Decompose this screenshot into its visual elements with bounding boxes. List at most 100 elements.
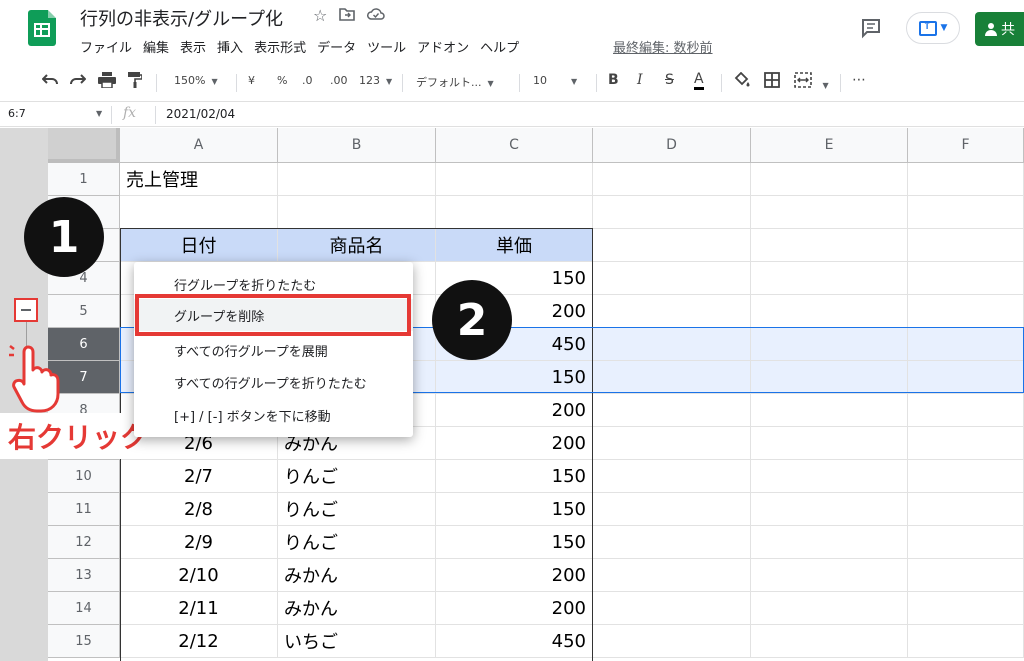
table-cell[interactable]: 200: [436, 559, 593, 592]
table-cell[interactable]: [751, 460, 908, 493]
menu-file[interactable]: ファイル: [80, 37, 132, 56]
chevron-down-icon[interactable]: ▼: [96, 109, 102, 118]
menu-insert[interactable]: 挿入: [217, 37, 243, 56]
text-color-button[interactable]: A: [694, 72, 704, 90]
table-cell[interactable]: [751, 361, 908, 394]
table-cell[interactable]: [751, 328, 908, 361]
strikethrough-button[interactable]: S: [665, 72, 674, 88]
cloud-status-icon[interactable]: [367, 6, 386, 25]
table-cell[interactable]: [908, 460, 1024, 493]
table-cell[interactable]: [751, 526, 908, 559]
percent-button[interactable]: %: [277, 74, 287, 87]
row-header[interactable]: 12: [48, 526, 120, 559]
table-cell[interactable]: 150: [436, 526, 593, 559]
currency-button[interactable]: ¥: [248, 74, 255, 87]
table-cell[interactable]: りんご: [278, 460, 436, 493]
table-cell[interactable]: [908, 163, 1024, 196]
table-cell[interactable]: [908, 295, 1024, 328]
table-cell[interactable]: 150: [436, 361, 593, 394]
table-cell[interactable]: [593, 361, 751, 394]
formula-input[interactable]: 2021/02/04: [166, 107, 235, 121]
menu-view[interactable]: 表示: [180, 37, 206, 56]
row-header[interactable]: 10: [48, 460, 120, 493]
row-header[interactable]: 1: [48, 163, 120, 196]
table-cell[interactable]: [593, 295, 751, 328]
row-header[interactable]: 15: [48, 625, 120, 658]
merge-cells-icon[interactable]: ▼: [794, 72, 829, 92]
menu-tools[interactable]: ツール: [367, 37, 406, 56]
table-cell[interactable]: [593, 559, 751, 592]
table-cell[interactable]: [436, 163, 593, 196]
name-box[interactable]: 6:7: [8, 107, 26, 120]
select-all-corner[interactable]: [48, 128, 120, 163]
undo-icon[interactable]: [41, 72, 58, 90]
table-cell[interactable]: [751, 559, 908, 592]
table-cell[interactable]: 450: [436, 625, 593, 658]
table-cell[interactable]: 2/9: [120, 526, 278, 559]
borders-icon[interactable]: [764, 72, 780, 92]
table-cell[interactable]: [751, 229, 908, 262]
table-cell[interactable]: 2/8: [120, 493, 278, 526]
column-header-b[interactable]: B: [278, 128, 436, 163]
menu-help[interactable]: ヘルプ: [480, 37, 519, 56]
table-cell[interactable]: 200: [436, 592, 593, 625]
table-cell[interactable]: [908, 361, 1024, 394]
last-edit-link[interactable]: 最終編集: 数秒前: [613, 37, 713, 56]
menu-format[interactable]: 表示形式: [254, 37, 306, 56]
table-cell[interactable]: いちご: [278, 625, 436, 658]
table-cell[interactable]: [593, 460, 751, 493]
menu-item-collapse-all-row-groups[interactable]: すべての行グループを折りたたむ: [134, 366, 413, 398]
column-header-e[interactable]: E: [751, 128, 908, 163]
row-header[interactable]: 5: [48, 295, 120, 328]
table-cell[interactable]: [278, 196, 436, 229]
table-cell[interactable]: りんご: [278, 526, 436, 559]
table-cell[interactable]: [593, 394, 751, 427]
table-cell[interactable]: 売上管理: [120, 163, 278, 196]
table-cell[interactable]: [593, 163, 751, 196]
move-folder-icon[interactable]: [339, 6, 356, 25]
table-cell[interactable]: [751, 592, 908, 625]
table-cell[interactable]: [908, 394, 1024, 427]
table-cell[interactable]: [593, 196, 751, 229]
table-cell[interactable]: [593, 262, 751, 295]
table-cell[interactable]: [593, 625, 751, 658]
table-cell[interactable]: [278, 163, 436, 196]
table-cell[interactable]: [593, 493, 751, 526]
column-header-d[interactable]: D: [593, 128, 751, 163]
font-size-select[interactable]: 10 ▼: [533, 74, 577, 87]
table-cell[interactable]: [751, 625, 908, 658]
table-cell[interactable]: [908, 196, 1024, 229]
table-cell[interactable]: [908, 493, 1024, 526]
table-cell[interactable]: [751, 295, 908, 328]
table-cell[interactable]: [751, 394, 908, 427]
table-cell[interactable]: [908, 262, 1024, 295]
table-cell[interactable]: 2/12: [120, 625, 278, 658]
table-cell[interactable]: [593, 328, 751, 361]
table-cell[interactable]: [751, 493, 908, 526]
table-cell[interactable]: 200: [436, 394, 593, 427]
table-cell[interactable]: [908, 592, 1024, 625]
table-cell[interactable]: [908, 559, 1024, 592]
font-select[interactable]: デフォルト... ▼: [416, 74, 494, 90]
table-cell[interactable]: 商品名: [278, 229, 436, 262]
zoom-select[interactable]: 150% ▼: [174, 74, 218, 87]
menu-item-collapse-row-group[interactable]: 行グループを折りたたむ: [134, 268, 413, 300]
table-cell[interactable]: [908, 625, 1024, 658]
table-cell[interactable]: 2/7: [120, 460, 278, 493]
table-cell[interactable]: 単価: [436, 229, 593, 262]
star-icon[interactable]: ☆: [313, 6, 327, 25]
table-cell[interactable]: [751, 262, 908, 295]
table-cell[interactable]: [593, 427, 751, 460]
table-cell[interactable]: [908, 328, 1024, 361]
comment-history-icon[interactable]: [860, 17, 882, 39]
menu-addons[interactable]: アドオン: [417, 37, 469, 56]
table-cell[interactable]: [593, 229, 751, 262]
table-cell[interactable]: [593, 592, 751, 625]
increase-decimal-button[interactable]: .00: [330, 74, 348, 87]
table-cell[interactable]: [908, 427, 1024, 460]
table-cell[interactable]: [908, 229, 1024, 262]
menu-item-remove-group[interactable]: グループを削除: [134, 299, 413, 331]
row-header[interactable]: 11: [48, 493, 120, 526]
bold-button[interactable]: B: [608, 72, 619, 88]
more-formats-select[interactable]: 123 ▼: [359, 74, 392, 87]
